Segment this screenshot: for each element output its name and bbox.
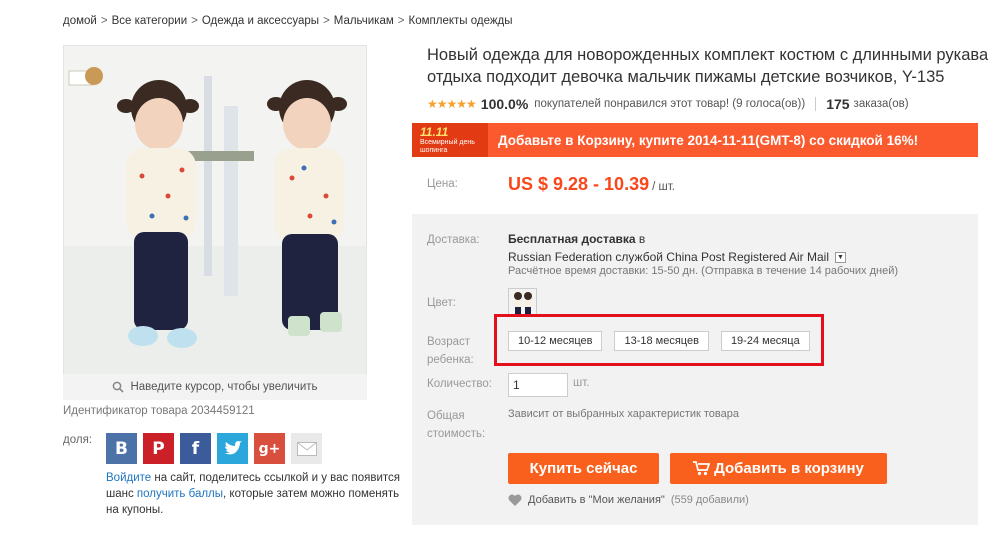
add-to-cart-label: Добавить в корзину <box>714 460 864 477</box>
email-icon[interactable] <box>291 433 322 464</box>
divider <box>815 97 817 111</box>
promo-badge: 11.11 Всемирный день шопинга <box>412 123 488 157</box>
promo-badge-date: 11.11 <box>420 125 449 139</box>
breadcrumb-all-categories[interactable]: Все категории <box>112 15 188 27</box>
breadcrumb-clothing-sets[interactable]: Комплекты одежды <box>409 15 513 27</box>
orders-label: заказа(ов) <box>853 98 909 110</box>
twitter-icon[interactable] <box>217 433 248 464</box>
promo-badge-caption: Всемирный день шопинга <box>420 139 475 154</box>
chevron-down-icon[interactable]: ▼ <box>835 251 847 263</box>
wishlist-label: Добавить в "Мои желания" <box>528 494 665 506</box>
add-to-cart-button[interactable]: Добавить в корзину <box>670 453 887 484</box>
total-label-line1: Общая <box>427 410 465 422</box>
google-plus-icon[interactable]: g+ <box>254 433 285 464</box>
orders-count: 175 <box>826 96 850 112</box>
breadcrumb: домой > Все категории > Одежда и аксессуары >… <box>63 15 513 27</box>
shipping-free: Бесплатная доставка <box>508 232 636 246</box>
quantity-unit: шт. <box>573 377 590 389</box>
get-points-link[interactable]: получить баллы <box>137 488 223 500</box>
facebook-icon[interactable]: f <box>180 433 211 464</box>
product-title-line1: Новый одежда для новорожденных комплект … <box>427 46 989 64</box>
color-label: Цвет: <box>427 297 456 309</box>
price-label: Цена: <box>427 178 458 190</box>
breadcrumb-clothing[interactable]: Одежда и аксессуары <box>202 15 319 27</box>
shipping-label: Доставка: <box>427 234 480 246</box>
total-note: Зависит от выбранных характеристик товар… <box>508 408 739 420</box>
breadcrumb-separator: > <box>191 15 198 27</box>
promo-text: Добавьте в Корзину, купите 2014-11-11(GM… <box>498 132 919 148</box>
promo-banner: 11.11 Всемирный день шопинга Добавьте в … <box>412 123 978 157</box>
share-note: Войдите на сайт, поделитесь ссылкой и у … <box>106 470 402 518</box>
heart-icon <box>508 494 522 506</box>
pinterest-icon[interactable]: P <box>143 433 174 464</box>
total-label: Общая стоимость: <box>427 407 485 443</box>
age-label: Возраст ребенка: <box>427 333 474 369</box>
product-photo-illustration <box>64 46 366 374</box>
breadcrumb-separator: > <box>100 15 108 27</box>
color-swatch[interactable] <box>508 288 537 317</box>
breadcrumb-home[interactable]: домой <box>63 15 97 27</box>
total-label-line2: стоимость: <box>427 428 486 440</box>
rating-text[interactable]: покупателей понравился этот товар! (9 го… <box>534 98 805 110</box>
breadcrumb-boys[interactable]: Мальчикам <box>334 15 394 27</box>
price: US $ 9.28 - 10.39/ шт. <box>508 174 675 195</box>
color-swatch-thumbnail <box>509 289 536 316</box>
rating-row: ★★★★★ 100.0% покупателей понравился этот… <box>427 96 909 112</box>
zoom-hint-text: Наведите курсор, чтобы увеличить <box>130 381 318 393</box>
shipping-route[interactable]: Russian Federation службой China Post Re… <box>508 250 847 264</box>
product-id: Идентификатор товара 2034459121 <box>63 405 255 417</box>
shipping-method: Бесплатная доставка в <box>508 232 645 246</box>
price-value: US $ 9.28 - 10.39 <box>508 174 650 194</box>
highlight-box <box>494 314 824 366</box>
wishlist-count: (559 добавили) <box>670 494 749 506</box>
shipping-route-text: Russian Federation службой China Post Re… <box>508 250 830 264</box>
breadcrumb-separator: > <box>323 15 330 27</box>
age-label-line1: Возраст <box>427 336 471 348</box>
vk-icon[interactable]: B <box>106 433 137 464</box>
shipping-prep: в <box>638 232 646 246</box>
price-unit: / шт. <box>652 181 675 193</box>
cart-icon <box>693 461 711 476</box>
product-title: Новый одежда для новорожденных комплект … <box>427 44 1000 88</box>
quantity-label: Количество: <box>427 378 492 390</box>
breadcrumb-separator: > <box>397 15 405 27</box>
login-link[interactable]: Войдите <box>106 472 151 484</box>
share-icons: B P f g+ <box>106 433 322 464</box>
buy-now-button[interactable]: Купить сейчас <box>508 453 659 484</box>
product-image[interactable] <box>63 45 367 375</box>
zoom-hint: Наведите курсор, чтобы увеличить <box>63 374 367 400</box>
product-title-line2: отдыха подходит девочка мальчик пижамы д… <box>427 68 945 86</box>
magnifier-icon <box>113 381 125 393</box>
rating-percent: 100.0% <box>480 96 529 112</box>
quantity-input[interactable]: 1 <box>508 373 568 397</box>
shipping-time: Расчётное время доставки: 15-50 дн. (Отп… <box>508 265 899 277</box>
rating-stars-icon: ★★★★★ <box>427 97 477 111</box>
age-label-line2: ребенка: <box>427 354 474 366</box>
wishlist-link[interactable]: Добавить в "Мои желания" (559 добавили) <box>508 494 749 506</box>
share-label: доля: <box>63 434 92 446</box>
